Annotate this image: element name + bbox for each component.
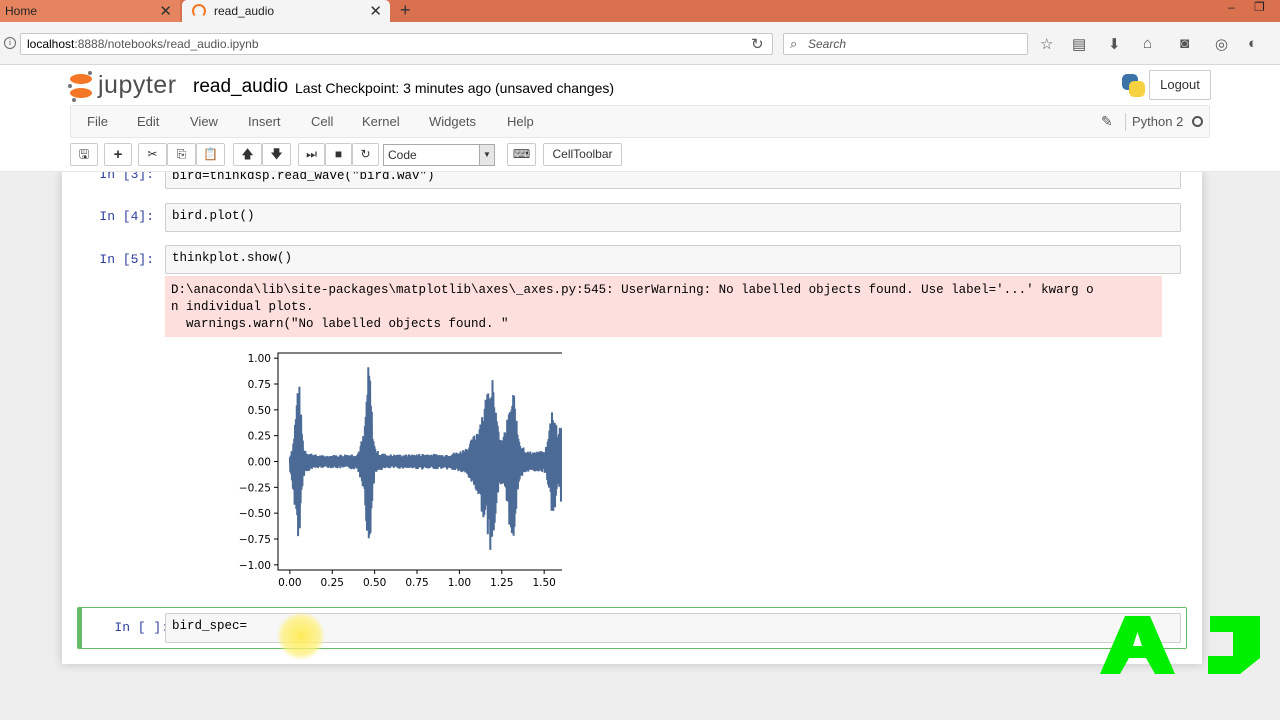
- menu-edit[interactable]: Edit: [137, 114, 159, 129]
- code-input[interactable]: bird=thinkdsp.read_wave("bird.wav"): [165, 172, 1181, 189]
- jupyter-logo-text: jupyter: [98, 71, 177, 99]
- code-input[interactable]: bird.plot(): [165, 203, 1181, 232]
- search-icon: ⌕: [790, 36, 798, 51]
- celltoolbar-button[interactable]: CellToolbar: [543, 143, 622, 166]
- reload-icon[interactable]: ↻: [751, 35, 764, 53]
- notebook-toolbar: 🖫 + ✂ ⎘ 📋 🡅 🡇 ⏭ ■ ↻ Code ▼ ⌨ CellToolbar: [70, 141, 1210, 169]
- stderr-output: D:\anaconda\lib\site-packages\matplotlib…: [165, 276, 1162, 337]
- tab-home-label: Home: [5, 4, 38, 18]
- restart-icon[interactable]: ↻: [352, 143, 379, 166]
- copy-button[interactable]: ⎘: [167, 143, 196, 166]
- x-tick-label: 0.25: [321, 577, 344, 589]
- cell-type-select[interactable]: Code ▼: [383, 144, 495, 166]
- kernel-status-icon: [1192, 116, 1203, 127]
- run-cell-icon[interactable]: ⏭: [298, 143, 325, 166]
- move-down-button[interactable]: 🡇: [262, 143, 291, 166]
- pocket-icon[interactable]: ◙: [1180, 35, 1189, 52]
- python-logo-icon: [1120, 72, 1147, 99]
- y-tick-label: 0.25: [248, 431, 271, 443]
- menu-bar: File Edit View Insert Cell Kernel Widget…: [70, 105, 1210, 138]
- cell-prompt: In [4]:: [99, 209, 154, 224]
- menu-cell[interactable]: Cell: [311, 114, 333, 129]
- browser-navbar: i localhost:8888/notebooks/read_audio.ip…: [0, 22, 1280, 65]
- y-tick-label: −0.25: [239, 482, 271, 494]
- reading-list-icon[interactable]: ▤: [1072, 35, 1086, 53]
- edit-pencil-icon[interactable]: ✎: [1101, 113, 1113, 130]
- notebook-site: In [3]: bird=thinkdsp.read_wave("bird.wa…: [0, 172, 1280, 720]
- keyboard-icon[interactable]: ⌨: [507, 143, 536, 166]
- jupyter-logo-icon: [68, 70, 92, 102]
- checkpoint-status: Last Checkpoint: 3 minutes ago (unsaved …: [295, 80, 615, 96]
- menu-insert[interactable]: Insert: [248, 114, 281, 129]
- jupyter-header: jupyter read_audio Last Checkpoint: 3 mi…: [0, 65, 1280, 172]
- home-icon[interactable]: ⌂: [1143, 35, 1152, 52]
- url-host: localhost: [27, 37, 75, 51]
- menu-widgets[interactable]: Widgets: [429, 114, 476, 129]
- y-tick-label: 0.75: [248, 379, 271, 391]
- search-input[interactable]: ⌕ Search: [783, 33, 1028, 55]
- new-tab-icon[interactable]: +: [400, 0, 411, 20]
- menu-file[interactable]: File: [87, 114, 108, 129]
- kernel-separator: [1125, 113, 1126, 131]
- cell-prompt: In [5]:: [99, 252, 154, 267]
- info-icon[interactable]: i: [4, 37, 16, 49]
- logout-button[interactable]: Logout: [1149, 70, 1211, 100]
- cell-prompt: In [ ]:: [114, 620, 169, 635]
- cell-type-value: Code: [388, 148, 417, 162]
- y-tick-label: 0.00: [248, 457, 271, 469]
- tab-read-audio[interactable]: read_audio ✕: [182, 0, 390, 22]
- bookmark-star-icon[interactable]: ☆: [1040, 35, 1053, 53]
- insert-cell-button[interactable]: +: [104, 143, 132, 166]
- paste-button[interactable]: 📋: [196, 143, 225, 166]
- cut-button[interactable]: ✂: [138, 143, 167, 166]
- search-placeholder: Search: [808, 37, 847, 51]
- menu-kernel[interactable]: Kernel: [362, 114, 400, 129]
- notebook-name[interactable]: read_audio: [193, 76, 288, 98]
- tab-home[interactable]: Home ✕: [0, 0, 180, 22]
- interrupt-icon[interactable]: ■: [325, 143, 352, 166]
- x-tick-label: 1.25: [490, 577, 513, 589]
- mouse-cursor-highlight: [277, 612, 325, 660]
- close-tab-icon[interactable]: ✕: [159, 2, 172, 20]
- x-tick-label: 0.50: [363, 577, 386, 589]
- waveform-plot: 0.000.250.500.751.001.251.501.751.000.75…: [239, 352, 562, 589]
- x-tick-label: 1.50: [532, 577, 555, 589]
- y-tick-label: 1.00: [248, 353, 271, 365]
- watermark-logo: [1100, 616, 1260, 674]
- y-tick-label: −1.00: [239, 560, 271, 572]
- y-tick-label: −0.50: [239, 508, 271, 520]
- sync-icon[interactable]: ◎: [1215, 35, 1228, 53]
- x-tick-label: 0.75: [405, 577, 428, 589]
- tab-read-audio-label: read_audio: [214, 4, 275, 18]
- menu-icon[interactable]: ◐: [1248, 35, 1257, 52]
- menu-help[interactable]: Help: [507, 114, 534, 129]
- kernel-name: Python 2: [1132, 114, 1184, 129]
- download-icon[interactable]: ⬇: [1108, 35, 1121, 53]
- x-tick-label: 1.00: [448, 577, 471, 589]
- x-tick-label: 0.00: [278, 577, 301, 589]
- url-path: :8888/notebooks/read_audio.ipynb: [74, 37, 259, 51]
- jupyter-favicon-icon: [192, 4, 206, 18]
- menu-view[interactable]: View: [190, 114, 218, 129]
- jupyter-logo[interactable]: jupyter: [68, 70, 177, 102]
- url-bar[interactable]: localhost:8888/notebooks/read_audio.ipyn…: [20, 33, 773, 55]
- y-tick-label: 0.50: [248, 405, 271, 417]
- y-tick-label: −0.75: [239, 534, 271, 546]
- browser-tab-bar: Home ✕ read_audio ✕ + ‒ ❐: [0, 0, 1280, 22]
- code-input[interactable]: thinkplot.show(): [165, 245, 1181, 274]
- minimize-icon[interactable]: ‒: [1228, 0, 1235, 14]
- move-up-button[interactable]: 🡅: [233, 143, 262, 166]
- close-tab-icon[interactable]: ✕: [369, 2, 382, 20]
- cell-prompt: In [3]:: [99, 172, 154, 182]
- chevron-down-icon: ▼: [479, 145, 494, 165]
- notebook-container: In [3]: bird=thinkdsp.read_wave("bird.wa…: [62, 172, 1202, 664]
- save-button[interactable]: 🖫: [70, 143, 98, 166]
- waveform-line: [288, 367, 562, 550]
- selected-cell[interactable]: In [ ]: bird_spec=: [77, 607, 1187, 649]
- restore-icon[interactable]: ❐: [1254, 0, 1265, 14]
